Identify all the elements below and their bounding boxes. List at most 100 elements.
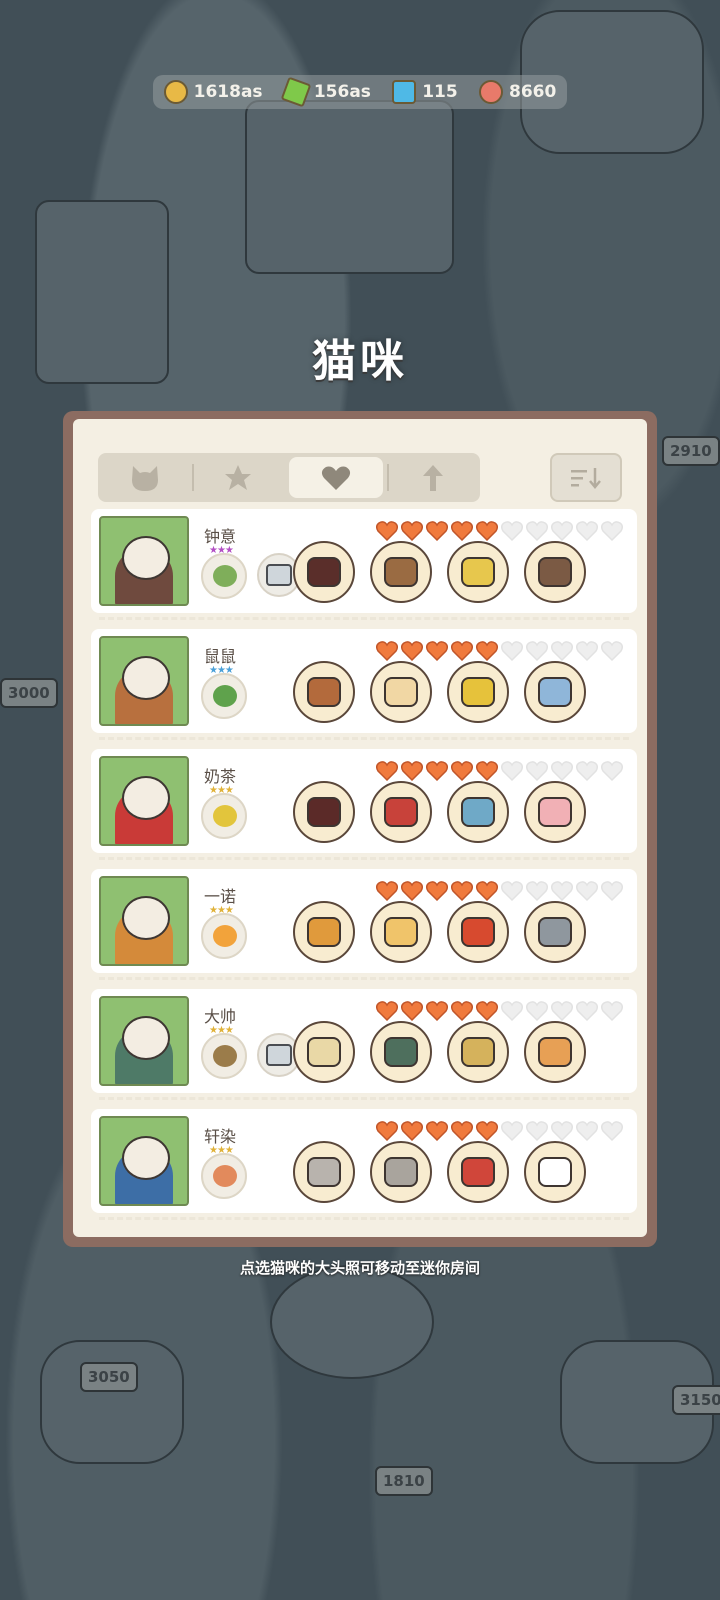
page-title: 猫咪 bbox=[312, 336, 408, 387]
heart-empty-icon bbox=[576, 881, 598, 901]
item-slot-taiyaki[interactable] bbox=[524, 1021, 586, 1083]
item-slot-armor[interactable] bbox=[370, 1141, 432, 1203]
star-rating-icon: ★★★ bbox=[209, 905, 234, 916]
item-slot-fish-knife[interactable] bbox=[447, 781, 509, 843]
heart-filled-icon bbox=[401, 881, 423, 901]
item-slot-top-hat[interactable] bbox=[293, 541, 355, 603]
cat-portrait[interactable] bbox=[99, 756, 189, 846]
item-slot-red-toy[interactable] bbox=[447, 1141, 509, 1203]
heart-empty-icon bbox=[601, 1001, 623, 1021]
heart-filled-icon bbox=[451, 1001, 473, 1021]
tab-heart[interactable] bbox=[289, 457, 383, 498]
affection-hearts bbox=[376, 881, 623, 901]
shell-counter[interactable]: 8660 bbox=[479, 80, 556, 104]
heart-empty-icon bbox=[526, 521, 548, 541]
cat-head bbox=[122, 896, 170, 940]
cat-list: 钟意 ★★★ 鼠鼠 ★★★ 奶茶 ★★★ 一诺 ★★★ 大帅 ★★★ 轩染 ★★★ bbox=[91, 509, 637, 1229]
gem-counter[interactable]: 115 bbox=[392, 80, 458, 104]
halo-icon bbox=[307, 1037, 341, 1067]
favorite-food[interactable]: ★★★ bbox=[201, 785, 247, 839]
cat-head-icon bbox=[131, 465, 158, 491]
cat-head bbox=[122, 776, 170, 820]
food-icon bbox=[213, 565, 237, 587]
heart-filled-icon bbox=[476, 641, 498, 661]
red-toy-icon bbox=[461, 1157, 495, 1187]
item-slot-robot-toy[interactable] bbox=[447, 901, 509, 963]
item-slot-rabbit-toy[interactable] bbox=[524, 1141, 586, 1203]
heart-empty-icon bbox=[501, 761, 523, 781]
tab-level-up[interactable] bbox=[386, 453, 481, 502]
fish-knife-icon bbox=[461, 797, 495, 827]
heart-empty-icon bbox=[576, 1121, 598, 1141]
cat-card: 一诺 ★★★ bbox=[91, 869, 637, 980]
tiger-hood-icon bbox=[307, 917, 341, 947]
item-slot-roman-helmet[interactable] bbox=[293, 1141, 355, 1203]
star-rating-icon: ★★★ bbox=[209, 545, 234, 556]
cat-head bbox=[122, 536, 170, 580]
favorite-food[interactable]: ★★★ bbox=[201, 665, 247, 719]
item-slot-toast[interactable] bbox=[370, 661, 432, 723]
heart-filled-icon bbox=[376, 761, 398, 781]
item-slot-scooter[interactable] bbox=[447, 661, 509, 723]
cat-list-panel: 钟意 ★★★ 鼠鼠 ★★★ 奶茶 ★★★ 一诺 ★★★ 大帅 ★★★ 轩染 ★★★ bbox=[63, 411, 657, 1247]
item-slot-unicorn-toy[interactable] bbox=[524, 661, 586, 723]
lightning-icon bbox=[280, 76, 312, 108]
coin-counter[interactable]: 1618as bbox=[163, 80, 263, 104]
deer-toy-icon bbox=[538, 797, 572, 827]
favorite-food[interactable]: ★★★ bbox=[201, 1145, 247, 1199]
energy-counter[interactable]: 156as bbox=[280, 76, 371, 108]
star-rating-icon: ★★★ bbox=[209, 665, 234, 676]
item-slot-halo[interactable] bbox=[293, 1021, 355, 1083]
item-slot-official-hat[interactable] bbox=[293, 781, 355, 843]
cat-name: 鼠鼠 bbox=[204, 647, 237, 666]
shell-value: 8660 bbox=[509, 82, 557, 102]
fishing-rod-icon bbox=[461, 1037, 495, 1067]
heart-empty-icon bbox=[551, 1121, 573, 1141]
tab-star[interactable] bbox=[191, 453, 286, 502]
tab-cats[interactable] bbox=[98, 453, 192, 502]
favorite-food[interactable]: ★★★ bbox=[201, 905, 247, 959]
item-slot-husky-toy[interactable] bbox=[524, 901, 586, 963]
cat-name: 大帅 bbox=[204, 1007, 237, 1026]
item-slot-treasure-box[interactable] bbox=[370, 781, 432, 843]
item-slot-tiger-vest[interactable] bbox=[370, 901, 432, 963]
item-slot-deer-toy[interactable] bbox=[524, 781, 586, 843]
sort-icon bbox=[571, 467, 601, 489]
star-rating-icon: ★★★ bbox=[209, 1025, 234, 1036]
heart-filled-icon bbox=[476, 1001, 498, 1021]
cat-portrait[interactable] bbox=[99, 876, 189, 966]
official-hat-icon bbox=[307, 797, 341, 827]
food-icon bbox=[213, 1045, 237, 1067]
heart-icon bbox=[321, 466, 350, 490]
item-slot-yarn[interactable] bbox=[447, 541, 509, 603]
item-slot-fishing-rod[interactable] bbox=[447, 1021, 509, 1083]
heart-empty-icon bbox=[551, 521, 573, 541]
heart-filled-icon bbox=[451, 1121, 473, 1141]
cat-portrait[interactable] bbox=[99, 516, 189, 606]
cat-portrait[interactable] bbox=[99, 996, 189, 1086]
cat-card: 大帅 ★★★ bbox=[91, 989, 637, 1100]
item-slot-kimono[interactable] bbox=[370, 1021, 432, 1083]
item-slot-antler-hood[interactable] bbox=[293, 661, 355, 723]
cat-portrait[interactable] bbox=[99, 1116, 189, 1206]
roman-helmet-icon bbox=[307, 1157, 341, 1187]
sort-button[interactable] bbox=[550, 453, 622, 502]
favorite-food[interactable]: ★★★ bbox=[201, 545, 247, 599]
taiyaki-icon bbox=[538, 1037, 572, 1067]
food-icon bbox=[213, 685, 237, 707]
favorite-food[interactable]: ★★★ bbox=[201, 1025, 247, 1079]
item-slot-vest[interactable] bbox=[370, 541, 432, 603]
heart-empty-icon bbox=[576, 641, 598, 661]
heart-filled-icon bbox=[376, 521, 398, 541]
food-icon bbox=[213, 925, 237, 947]
heart-empty-icon bbox=[576, 761, 598, 781]
star-icon bbox=[225, 465, 252, 490]
heart-filled-icon bbox=[451, 761, 473, 781]
item-slot-hedgehog[interactable] bbox=[524, 541, 586, 603]
item-slot-tiger-hood[interactable] bbox=[293, 901, 355, 963]
price-sign: 3150 bbox=[672, 1385, 720, 1415]
star-rating-icon: ★★★ bbox=[209, 785, 234, 796]
cat-portrait[interactable] bbox=[99, 636, 189, 726]
heart-empty-icon bbox=[526, 641, 548, 661]
heart-filled-icon bbox=[476, 881, 498, 901]
